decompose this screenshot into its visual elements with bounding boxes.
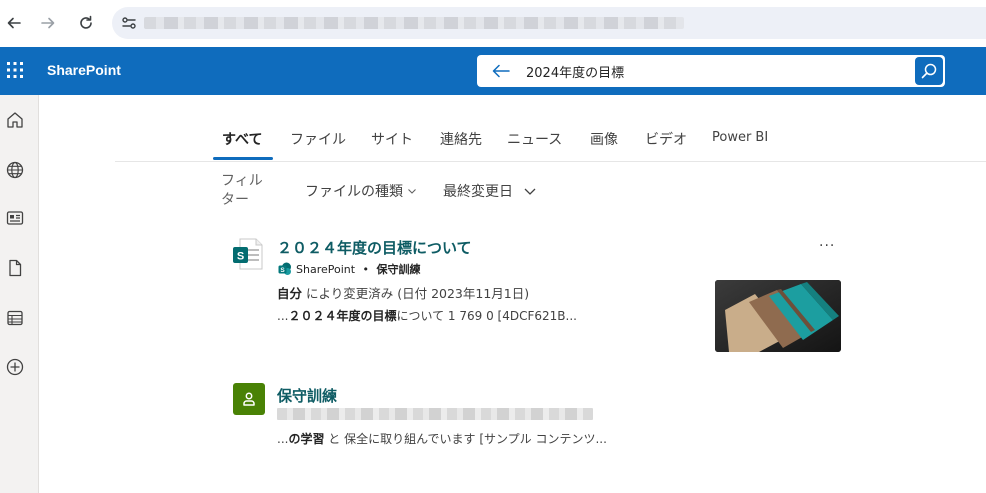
url-text-redacted xyxy=(144,17,684,29)
meta-author: 自分 xyxy=(277,286,303,301)
snippet-prefix: ... xyxy=(277,432,289,446)
tab-images[interactable]: 画像 xyxy=(590,129,618,149)
result-snippet: ...２０２４年度の目標について 1 769 0 [4DCF621B... xyxy=(277,307,577,324)
svg-text:S: S xyxy=(237,251,244,263)
tab-files[interactable]: ファイル xyxy=(290,129,346,149)
arrow-right-icon xyxy=(41,17,55,29)
forward-button[interactable] xyxy=(36,11,60,35)
document-icon[interactable] xyxy=(5,258,25,278)
brand-name[interactable]: SharePoint xyxy=(47,62,121,78)
source-name: 保守訓練 xyxy=(376,263,421,276)
arrow-left-icon xyxy=(7,17,21,29)
snippet-text: 保全に取り組んでいます [サンプル コンテンツ... xyxy=(344,432,607,446)
search-button[interactable] xyxy=(915,57,943,85)
source-separator: • xyxy=(359,262,373,276)
person-icon xyxy=(243,392,255,406)
result-title[interactable]: ２０２４年度の目標について xyxy=(277,237,472,258)
chevron-down-icon xyxy=(524,188,536,195)
file-type-filter[interactable]: ファイルの種類 xyxy=(305,181,417,201)
tab-contacts[interactable]: 連絡先 xyxy=(440,129,482,149)
notebooks-image xyxy=(715,280,841,352)
result-source[interactable]: S SharePoint • 保守訓練 xyxy=(278,261,421,277)
address-bar[interactable] xyxy=(112,7,986,39)
tab-videos[interactable]: ビデオ xyxy=(645,129,687,149)
snippet-highlight: の学習 xyxy=(288,432,325,446)
result-snippet: ...の学習 と 保全に取り組んでいます [サンプル コンテンツ... xyxy=(277,430,607,447)
tab-power-bi[interactable]: Power BI xyxy=(712,130,768,145)
add-circle-icon[interactable] xyxy=(5,357,25,377)
snippet-text: について 1 769 0 [4DCF621B... xyxy=(396,309,577,323)
snippet-prefix: ... xyxy=(277,309,289,323)
snippet-highlight: ２０２４年度の目標 xyxy=(288,309,397,323)
snippet-mid: と xyxy=(324,432,345,446)
search-icon xyxy=(921,63,937,79)
result-thumbnail[interactable] xyxy=(715,280,841,352)
tab-news[interactable]: ニュース xyxy=(507,129,562,149)
suite-header: SharePoint 2024年度の目標 xyxy=(0,47,986,95)
back-button[interactable] xyxy=(2,11,26,35)
app-bar xyxy=(0,95,39,493)
tab-sites[interactable]: サイト xyxy=(371,129,413,149)
filter-label: フィルター xyxy=(221,173,263,208)
last-modified-filter[interactable]: 最終変更日 xyxy=(443,181,537,201)
sharepoint-icon: S xyxy=(278,262,291,275)
site-settings-icon[interactable] xyxy=(120,14,138,32)
reload-button[interactable] xyxy=(74,11,98,35)
result-title[interactable]: 保守訓練 xyxy=(277,385,337,406)
active-tab-indicator xyxy=(213,157,273,160)
meta-text: により変更済み (日付 2023年11月1日) xyxy=(302,286,530,301)
reload-icon xyxy=(80,15,92,29)
file-type-filter-label: ファイルの種類 xyxy=(305,184,403,200)
svg-text:S: S xyxy=(280,267,285,274)
more-options-button[interactable]: ··· xyxy=(819,238,835,254)
last-modified-filter-label: 最終変更日 xyxy=(443,184,513,200)
sharepoint-page-icon: S xyxy=(233,238,263,270)
app-launcher-icon[interactable] xyxy=(6,61,24,79)
search-input[interactable]: 2024年度の目標 xyxy=(526,62,624,81)
tab-all[interactable]: すべて xyxy=(222,129,262,149)
news-icon[interactable] xyxy=(5,208,25,228)
result-meta: 自分 により変更済み (日付 2023年11月1日) xyxy=(277,283,529,302)
tabs-divider xyxy=(115,161,986,162)
site-person-icon xyxy=(233,383,265,415)
url-text-redacted xyxy=(277,408,593,420)
list-icon[interactable] xyxy=(5,308,25,328)
browser-toolbar xyxy=(0,0,986,46)
globe-icon[interactable] xyxy=(5,160,25,180)
source-site: SharePoint xyxy=(296,262,356,276)
search-box[interactable]: 2024年度の目標 xyxy=(477,55,945,87)
chevron-down-icon xyxy=(408,189,416,194)
search-back-icon[interactable] xyxy=(491,61,511,81)
home-icon[interactable] xyxy=(5,110,25,130)
